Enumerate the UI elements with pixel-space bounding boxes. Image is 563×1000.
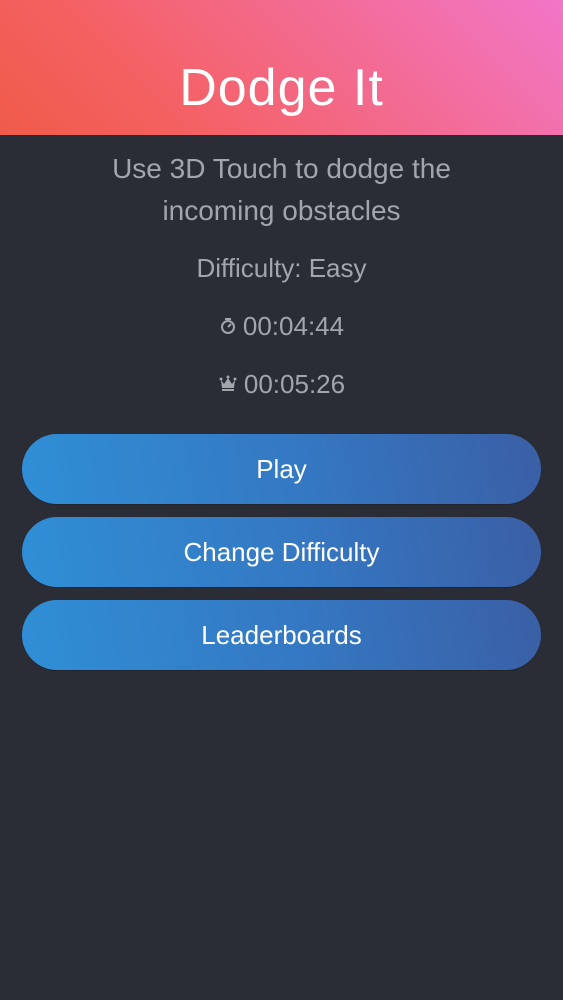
current-time-row: 00:04:44 (0, 309, 563, 345)
leaderboards-button[interactable]: Leaderboards (22, 600, 541, 670)
difficulty-label: Difficulty: Easy (196, 253, 367, 283)
best-time-row: 00:05:26 (0, 367, 563, 403)
best-time-value: 00:05:26 (243, 369, 346, 399)
stopwatch-icon (219, 309, 237, 343)
play-button[interactable]: Play (22, 434, 541, 504)
crown-icon (218, 367, 238, 401)
app-title: Dodge It (179, 59, 384, 117)
change-difficulty-button[interactable]: Change Difficulty (22, 517, 541, 587)
app-header: Dodge It (0, 0, 563, 135)
instructions-text: Use 3D Touch to dodge the incoming obsta… (112, 153, 451, 226)
current-time-value: 00:04:44 (242, 311, 345, 341)
